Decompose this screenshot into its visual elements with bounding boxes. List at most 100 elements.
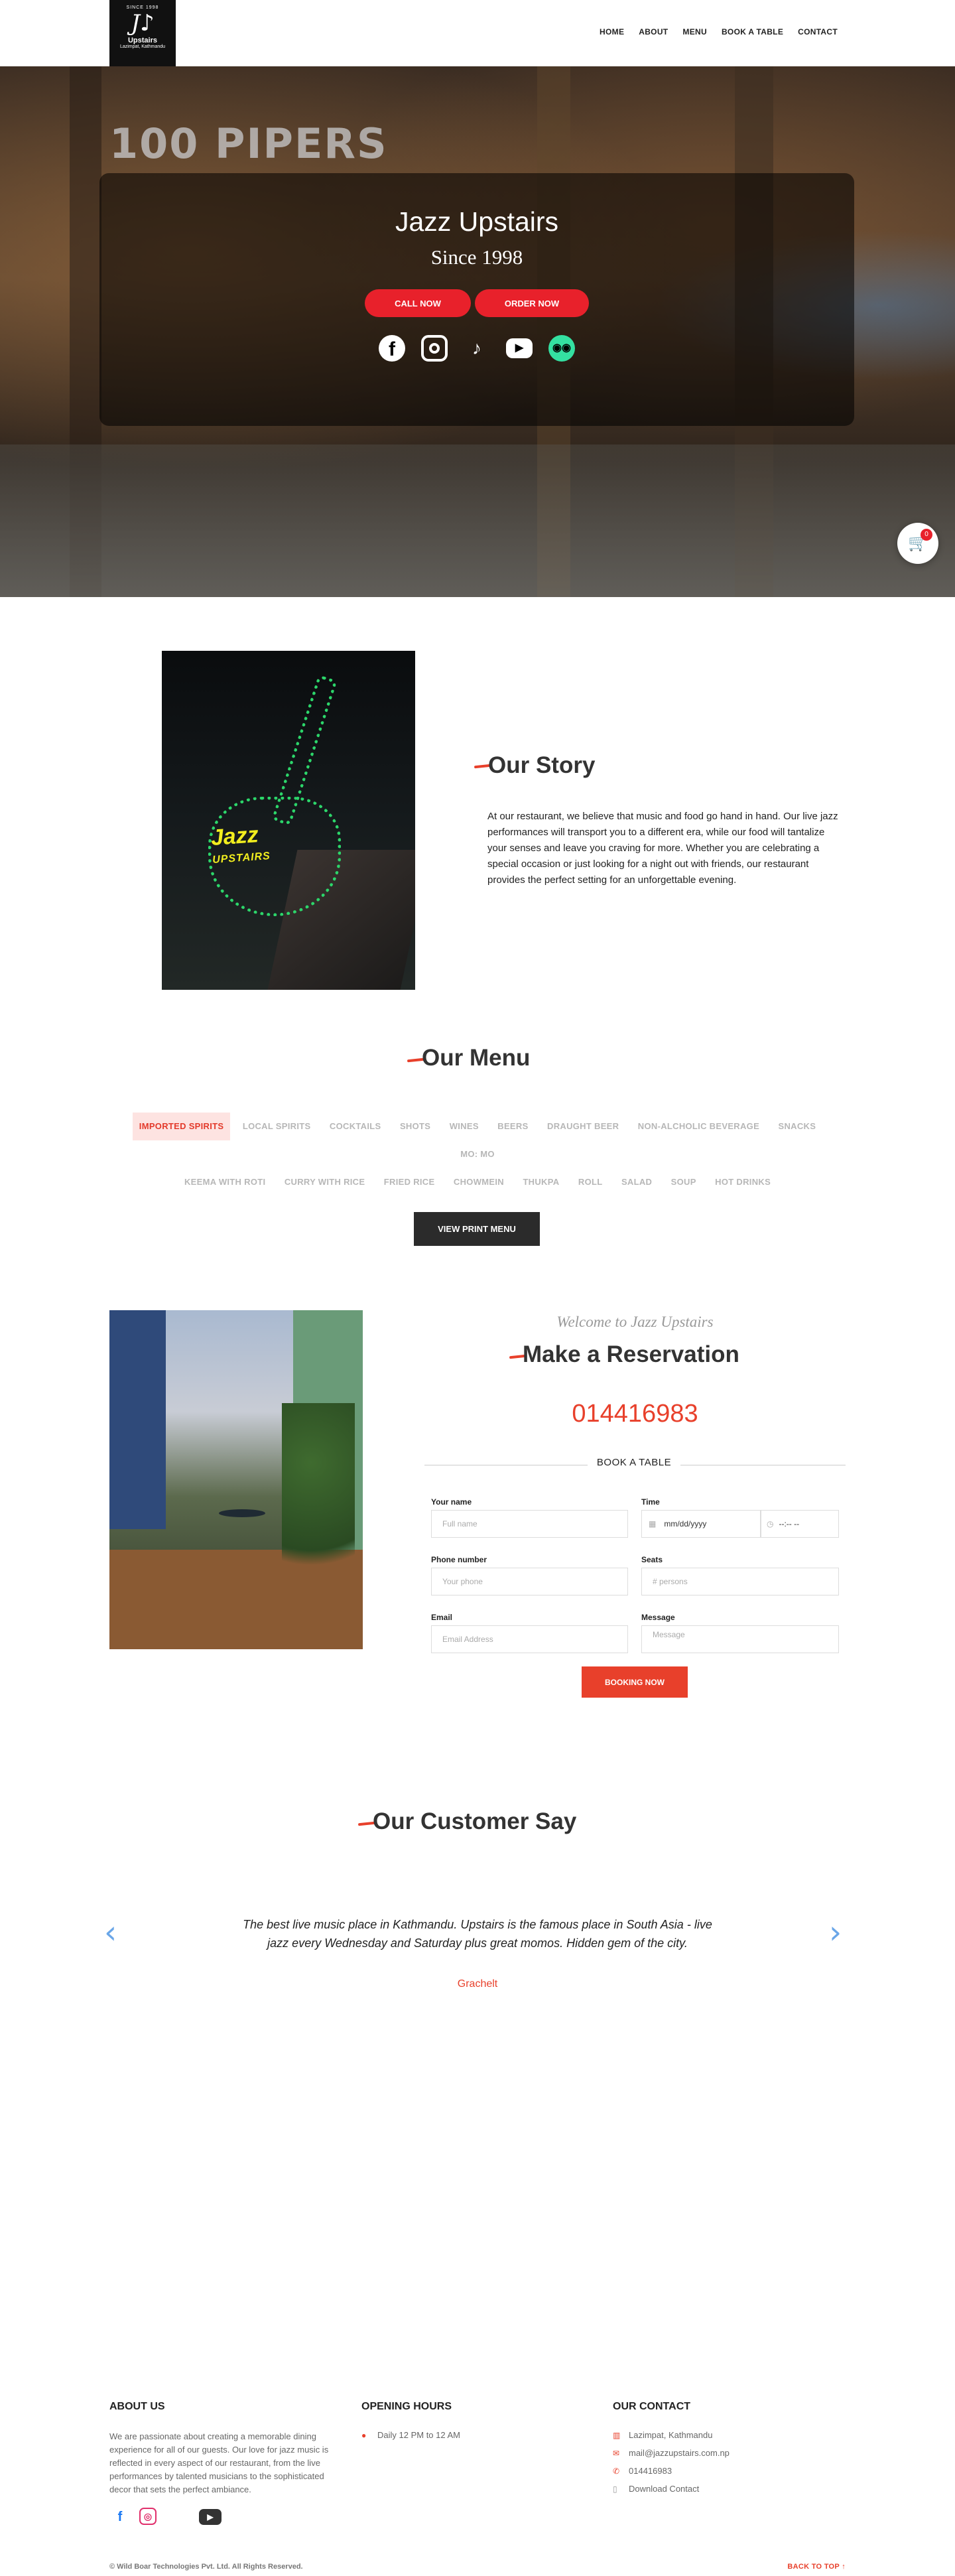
clock-icon: ●: [361, 2431, 367, 2440]
neon-small: UPSTAIRS: [212, 850, 271, 866]
youtube-icon[interactable]: ▶: [506, 338, 533, 358]
tab-thukpa[interactable]: THUKPA: [516, 1168, 566, 1196]
testimonial-quote: The best live music place in Kathmandu. …: [243, 1918, 712, 1950]
name-label: Your name: [431, 1497, 472, 1507]
menu-tabs-row: KEEMA WITH ROTI CURRY WITH RICE FRIED RI…: [109, 1168, 846, 1196]
call-now-button[interactable]: CALL NOW: [365, 289, 471, 317]
tab-roll[interactable]: ROLL: [572, 1168, 609, 1196]
reservation-image-building: [109, 1310, 166, 1529]
footer-phone-text[interactable]: 014416983: [629, 2466, 672, 2476]
view-print-menu-button[interactable]: VIEW PRINT MENU: [414, 1212, 540, 1246]
tab-beers[interactable]: BEERS: [491, 1113, 535, 1140]
cart-icon[interactable]: 🛒: [897, 523, 938, 564]
hero-title: Jazz Upstairs: [395, 206, 559, 237]
name-input[interactable]: Full name: [431, 1510, 628, 1538]
footer-download-text[interactable]: Download Contact: [629, 2484, 699, 2494]
tab-soup[interactable]: SOUP: [665, 1168, 703, 1196]
time-placeholder: --:-- --: [779, 1519, 800, 1528]
tiktok-icon[interactable]: ♪: [464, 335, 490, 362]
seats-input[interactable]: # persons: [641, 1568, 839, 1595]
tab-non-alcholic-beverage[interactable]: NON-ALCHOLIC BEVERAGE: [631, 1113, 766, 1140]
story-text: At our restaurant, we believe that music…: [487, 811, 838, 886]
cart-count-badge: 0: [921, 529, 932, 541]
calendar-icon: ▦: [649, 1519, 657, 1528]
footer-download[interactable]: ▯ Download Contact: [613, 2484, 699, 2494]
facebook-icon[interactable]: f: [379, 335, 405, 362]
tab-draught-beer[interactable]: DRAUGHT BEER: [541, 1113, 625, 1140]
instagram-icon[interactable]: [421, 335, 448, 362]
nav-book-a-table[interactable]: BOOK A TABLE: [722, 27, 783, 36]
footer-address-text: Lazimpat, Kathmandu: [629, 2430, 713, 2440]
envelope-icon: ✉: [613, 2449, 620, 2458]
footer-hours: ● Daily 12 PM to 12 AM: [361, 2430, 460, 2440]
footer-email[interactable]: ✉ mail@jazzupstairs.com.np: [613, 2448, 730, 2458]
booking-now-button[interactable]: BOOKING NOW: [582, 1666, 688, 1698]
download-icon: ▯: [613, 2484, 617, 2494]
tab-hot-drinks[interactable]: HOT DRINKS: [708, 1168, 777, 1196]
footer-about-title: ABOUT US: [109, 2401, 165, 2412]
menu-title: Our Menu: [422, 1045, 531, 1071]
reservation-phone[interactable]: 014416983: [424, 1400, 846, 1428]
nav-about[interactable]: ABOUT: [639, 27, 668, 36]
clock-icon: ◷: [767, 1519, 774, 1528]
hero-bg-sign: 100 PIPERS: [109, 119, 388, 168]
tab-chowmein[interactable]: CHOWMEIN: [447, 1168, 511, 1196]
logo-mark-icon: J♪: [131, 10, 155, 36]
date-input[interactable]: ▦ mm/dd/yyyy: [641, 1510, 761, 1538]
time-label: Time: [641, 1497, 660, 1507]
message-textarea[interactable]: Message: [641, 1625, 839, 1653]
footer-about-text: We are passionate about creating a memor…: [109, 2431, 329, 2494]
tab-curry-with-rice[interactable]: CURRY WITH RICE: [278, 1168, 372, 1196]
order-now-button[interactable]: ORDER NOW: [475, 289, 589, 317]
tripadvisor-icon[interactable]: ◉◉: [548, 335, 575, 362]
phone-input[interactable]: Your phone: [431, 1568, 628, 1595]
tab-shots[interactable]: SHOTS: [393, 1113, 437, 1140]
hero-section: 100 PIPERS Jazz Upstairs Since 1998 CALL…: [0, 66, 955, 597]
hero-subtitle: Since 1998: [430, 245, 523, 269]
youtube-icon[interactable]: ▶: [199, 2509, 222, 2525]
nav-home[interactable]: HOME: [600, 27, 624, 36]
story-title: Our Story: [488, 752, 596, 778]
facebook-icon[interactable]: f: [109, 2508, 131, 2526]
nav-menu[interactable]: MENU: [682, 27, 707, 36]
book-a-table-label: BOOK A TABLE: [588, 1457, 680, 1468]
main-nav: HOME ABOUT MENU BOOK A TABLE CONTACT: [600, 27, 838, 36]
next-arrow-icon[interactable]: ›: [829, 1914, 842, 1951]
copyright: © Wild Boar Technologies Pvt. Ltd. All R…: [109, 2563, 303, 2571]
tab-salad[interactable]: SALAD: [615, 1168, 659, 1196]
tab-wines[interactable]: WINES: [443, 1113, 485, 1140]
tab-momo[interactable]: MO: MO: [454, 1140, 501, 1168]
instagram-icon[interactable]: ◎: [139, 2508, 157, 2525]
site-header: SINCE 1998 J♪ Upstairs Lazimpat, Kathman…: [0, 0, 955, 66]
footer-address: ▥ Lazimpat, Kathmandu: [613, 2430, 712, 2440]
story-image: Jazz UPSTAIRS: [162, 651, 415, 990]
tab-imported-spirits[interactable]: IMPORTED SPIRITS: [132, 1113, 231, 1140]
tab-fried-rice[interactable]: FRIED RICE: [377, 1168, 442, 1196]
tab-snacks[interactable]: SNACKS: [772, 1113, 823, 1140]
footer-contact-title: OUR CONTACT: [613, 2401, 691, 2412]
footer-hours-title: OPENING HOURS: [361, 2401, 452, 2412]
nav-contact[interactable]: CONTACT: [798, 27, 838, 36]
tab-keema-with-roti[interactable]: KEEMA WITH ROTI: [178, 1168, 272, 1196]
footer-phone[interactable]: ✆ 014416983: [613, 2466, 672, 2476]
reservation-image-plants: [282, 1403, 355, 1602]
back-to-top-link[interactable]: BACK TO TOP ↑: [787, 2563, 846, 2571]
prev-arrow-icon[interactable]: ‹: [104, 1914, 117, 1951]
logo-brand: Upstairs: [127, 36, 158, 44]
email-label: Email: [431, 1613, 453, 1622]
email-input[interactable]: Email Address: [431, 1625, 628, 1653]
phone-label: Phone number: [431, 1555, 487, 1564]
site-logo[interactable]: SINCE 1998 J♪ Upstairs Lazimpat, Kathman…: [109, 0, 176, 66]
reservation-welcome: Welcome to Jazz Upstairs: [556, 1314, 714, 1330]
tab-cocktails[interactable]: COCKTAILS: [323, 1113, 388, 1140]
time-input[interactable]: ◷ --:-- --: [761, 1510, 839, 1538]
logo-since: SINCE 1998: [126, 5, 159, 10]
hero-panel: Jazz Upstairs Since 1998 CALL NOW ORDER …: [99, 173, 854, 426]
testimonials-title: Our Customer Say: [373, 1808, 577, 1834]
hero-bg-floor: [0, 444, 955, 597]
footer-hours-text: Daily 12 PM to 12 AM: [377, 2430, 460, 2440]
footer-email-text[interactable]: mail@jazzupstairs.com.np: [629, 2448, 730, 2458]
reservation-title: Make a Reservation: [523, 1341, 739, 1367]
tab-local-spirits[interactable]: LOCAL SPIRITS: [236, 1113, 318, 1140]
date-placeholder: mm/dd/yyyy: [664, 1519, 707, 1528]
